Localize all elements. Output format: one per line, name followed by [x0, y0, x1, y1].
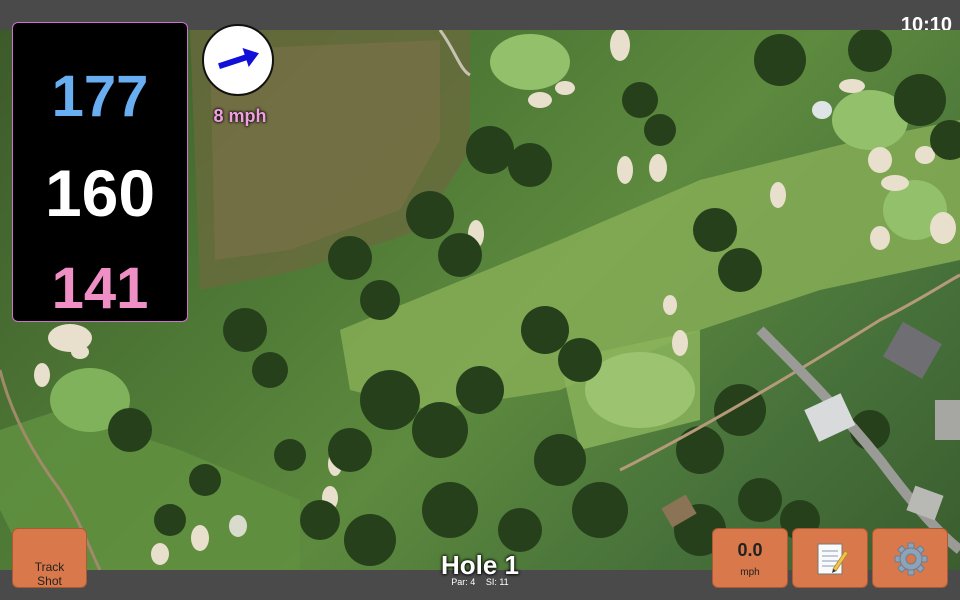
- middle-distance: 160: [44, 156, 156, 230]
- notes-button[interactable]: [792, 528, 868, 588]
- speed-button[interactable]: 0.0 mph: [712, 528, 788, 588]
- hole-stroke-index: SI: 11: [485, 577, 509, 587]
- track-shot-button[interactable]: Track Shot: [12, 528, 87, 588]
- hole-par: Par: 4: [451, 577, 476, 587]
- front-distance: 141: [51, 256, 149, 321]
- distance-panel: 177 160 141: [12, 22, 188, 322]
- wind-indicator: [202, 24, 274, 96]
- wind-speed: 8 mph: [213, 106, 267, 126]
- speed-unit: mph: [740, 567, 760, 578]
- back-distance: 177: [51, 64, 149, 129]
- gear-icon: [894, 542, 928, 576]
- speed-value: 0.0: [737, 540, 763, 560]
- track-shot-label: Track Shot: [34, 560, 65, 588]
- notepad-icon: [817, 543, 849, 575]
- settings-button[interactable]: [872, 528, 948, 588]
- arrow-right-icon: [218, 48, 259, 70]
- hole-info: Par: 4 SI: 11: [380, 577, 580, 587]
